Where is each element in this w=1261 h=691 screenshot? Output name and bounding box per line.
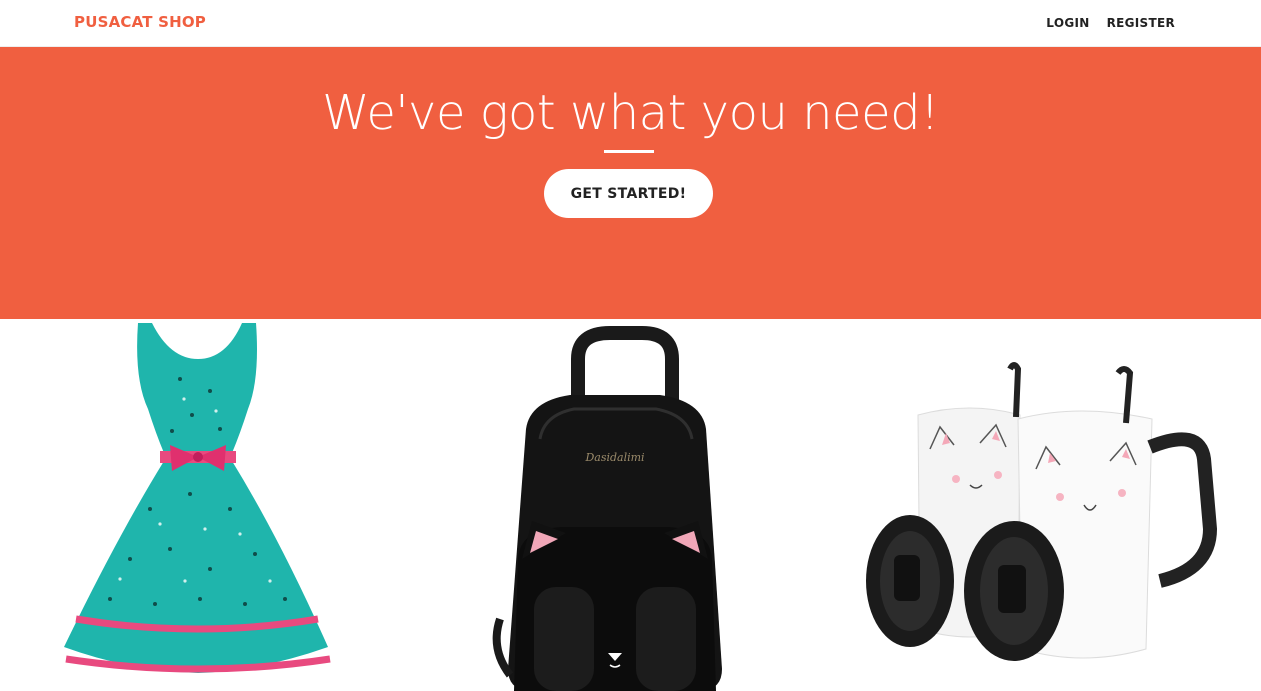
- login-link[interactable]: LOGIN: [1046, 16, 1089, 30]
- dress-icon: [64, 323, 331, 673]
- hero-banner: We've got what you need! GET STARTED!: [0, 47, 1261, 319]
- product-gallery: Dasidalimi: [0, 319, 1261, 691]
- product-mugs[interactable]: [860, 319, 1220, 691]
- mugs-icon: [866, 362, 1218, 661]
- product-dress[interactable]: [60, 319, 340, 691]
- backpack-label: Dasidalimi: [584, 451, 644, 464]
- backpack-icon: Dasidalimi: [492, 326, 722, 691]
- product-backpack[interactable]: Dasidalimi: [470, 319, 760, 691]
- hero-divider: [604, 150, 654, 153]
- navbar: PUSACAT SHOP LOGIN REGISTER: [0, 0, 1261, 47]
- get-started-button[interactable]: GET STARTED!: [544, 169, 713, 218]
- brand-link[interactable]: PUSACAT SHOP: [74, 13, 206, 31]
- nav-links: LOGIN REGISTER: [1046, 16, 1175, 30]
- hero-title: We've got what you need!: [322, 85, 939, 141]
- register-link[interactable]: REGISTER: [1107, 16, 1175, 30]
